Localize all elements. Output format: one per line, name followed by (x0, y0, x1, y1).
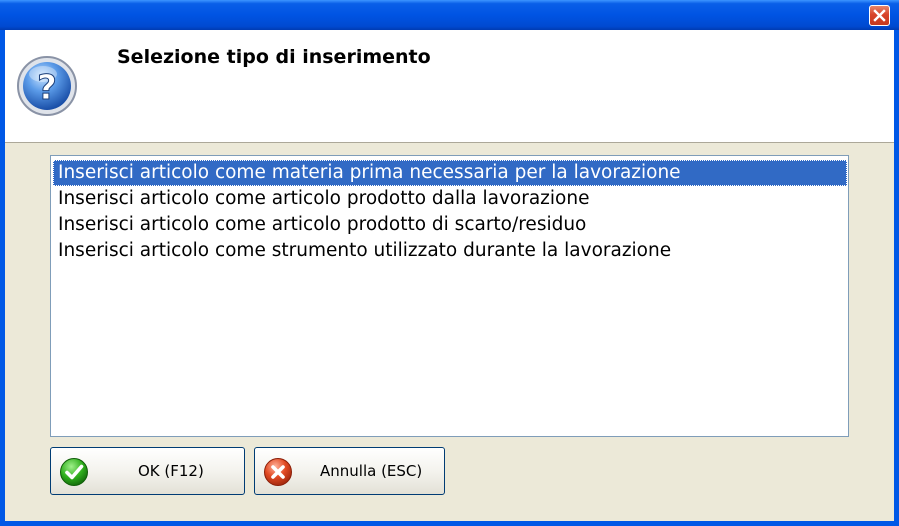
title-bar[interactable] (0, 0, 899, 30)
list-item[interactable]: Inserisci articolo come articolo prodott… (53, 186, 847, 212)
cancel-icon (264, 458, 292, 486)
cancel-button[interactable]: Annulla (ESC) (254, 447, 445, 495)
dialog-body: ? Selezione tipo di inserimento Inserisc… (5, 30, 894, 521)
ok-button-label: OK (F12) (138, 462, 204, 480)
dialog-title: Selezione tipo di inserimento (117, 46, 431, 68)
close-icon (873, 9, 886, 22)
check-icon (60, 458, 88, 486)
svg-text:?: ? (37, 68, 57, 108)
header-separator (5, 142, 894, 143)
list-item[interactable]: Inserisci articolo come strumento utiliz… (53, 238, 847, 264)
question-mark-icon: ? (17, 56, 77, 116)
list-item[interactable]: Inserisci articolo come articolo prodott… (53, 212, 847, 238)
insertion-type-list[interactable]: Inserisci articolo come materia prima ne… (50, 155, 849, 437)
cancel-button-label: Annulla (ESC) (320, 462, 423, 480)
dialog-window: ? Selezione tipo di inserimento Inserisc… (0, 0, 899, 526)
list-item[interactable]: Inserisci articolo come materia prima ne… (53, 160, 847, 186)
ok-button[interactable]: OK (F12) (50, 447, 245, 495)
close-button[interactable] (869, 5, 890, 26)
dialog-header: ? Selezione tipo di inserimento (5, 30, 894, 142)
